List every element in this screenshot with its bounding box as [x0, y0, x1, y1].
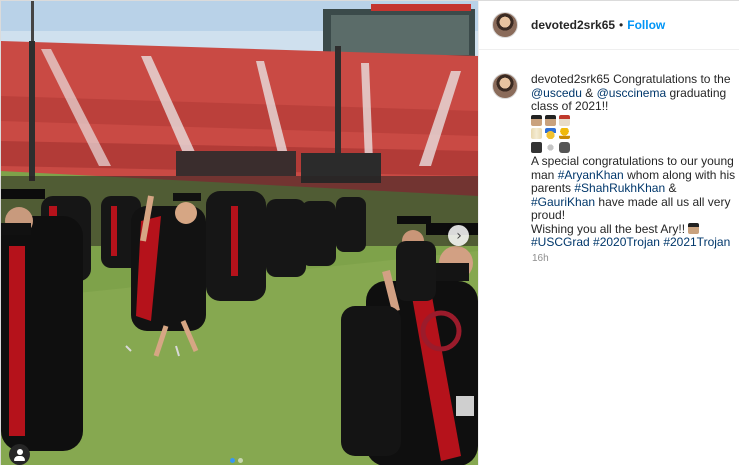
hashtag-gaurikhan[interactable]: #GauriKhan — [531, 195, 595, 209]
mention-usccinema[interactable]: @usccinema — [597, 86, 667, 100]
hashtag-aryankhan[interactable]: #AryanKhan — [558, 168, 624, 182]
instagram-post: › devoted2srk65 • Follow devoted2srk65 C… — [0, 0, 739, 465]
school-emoji-icon — [559, 114, 570, 126]
emoji-row-2 — [531, 128, 736, 142]
tagged-users-button[interactable] — [9, 444, 30, 465]
graduate-emoji-icon — [688, 222, 700, 234]
caption-amp-1: & — [585, 85, 594, 100]
carousel-indicator — [230, 458, 243, 463]
emoji-row-3 — [531, 141, 736, 156]
medal-emoji-icon — [545, 128, 556, 139]
backpack-emoji-icon — [559, 141, 570, 153]
hashtag-uscgrad[interactable]: #USCGrad — [531, 235, 590, 249]
post-header: devoted2srk65 • Follow — [479, 1, 739, 50]
post-side-panel: devoted2srk65 • Follow devoted2srk65 Con… — [478, 1, 739, 465]
hashtag-shahrukhkhan[interactable]: #ShahRukhKhan — [574, 181, 665, 195]
avatar[interactable] — [492, 12, 518, 38]
graduate-emoji-icon — [531, 114, 542, 126]
emoji-row-1 — [531, 114, 736, 129]
caption-username[interactable]: devoted2srk65 — [531, 72, 610, 86]
caption-amp-2: & — [668, 181, 677, 195]
trophy-emoji-icon — [559, 128, 570, 139]
carousel-dot-2 — [238, 458, 243, 463]
caption-row: devoted2srk65 Congratulations to the @us… — [492, 72, 736, 250]
graduation-photo — [1, 1, 478, 465]
caption-text-1: Congratulations to the — [613, 72, 731, 86]
follow-button[interactable]: Follow — [627, 18, 665, 32]
carousel-dot-1 — [230, 458, 235, 463]
clapper-emoji-icon — [531, 141, 542, 153]
chevron-right-icon: › — [456, 227, 462, 244]
graduate-emoji-icon — [545, 114, 556, 126]
caption-text: devoted2srk65 Congratulations to the @us… — [531, 72, 736, 250]
scroll-emoji-icon — [531, 128, 542, 139]
mention-uscedu[interactable]: @uscedu — [531, 86, 582, 100]
post-photo[interactable]: › — [1, 1, 478, 465]
post-timestamp[interactable]: 16h — [532, 253, 549, 264]
hashtag-2021trojan[interactable]: #2021Trojan — [663, 235, 730, 249]
next-slide-button[interactable]: › — [448, 225, 469, 246]
star-emoji-icon — [545, 141, 556, 153]
caption-avatar[interactable] — [492, 73, 518, 99]
separator-dot: • — [619, 18, 624, 32]
hashtag-2020trojan[interactable]: #2020Trojan — [593, 235, 660, 249]
header-username[interactable]: devoted2srk65 — [531, 18, 615, 32]
caption-text-6: Wishing you all the best Ary!! — [531, 221, 686, 236]
